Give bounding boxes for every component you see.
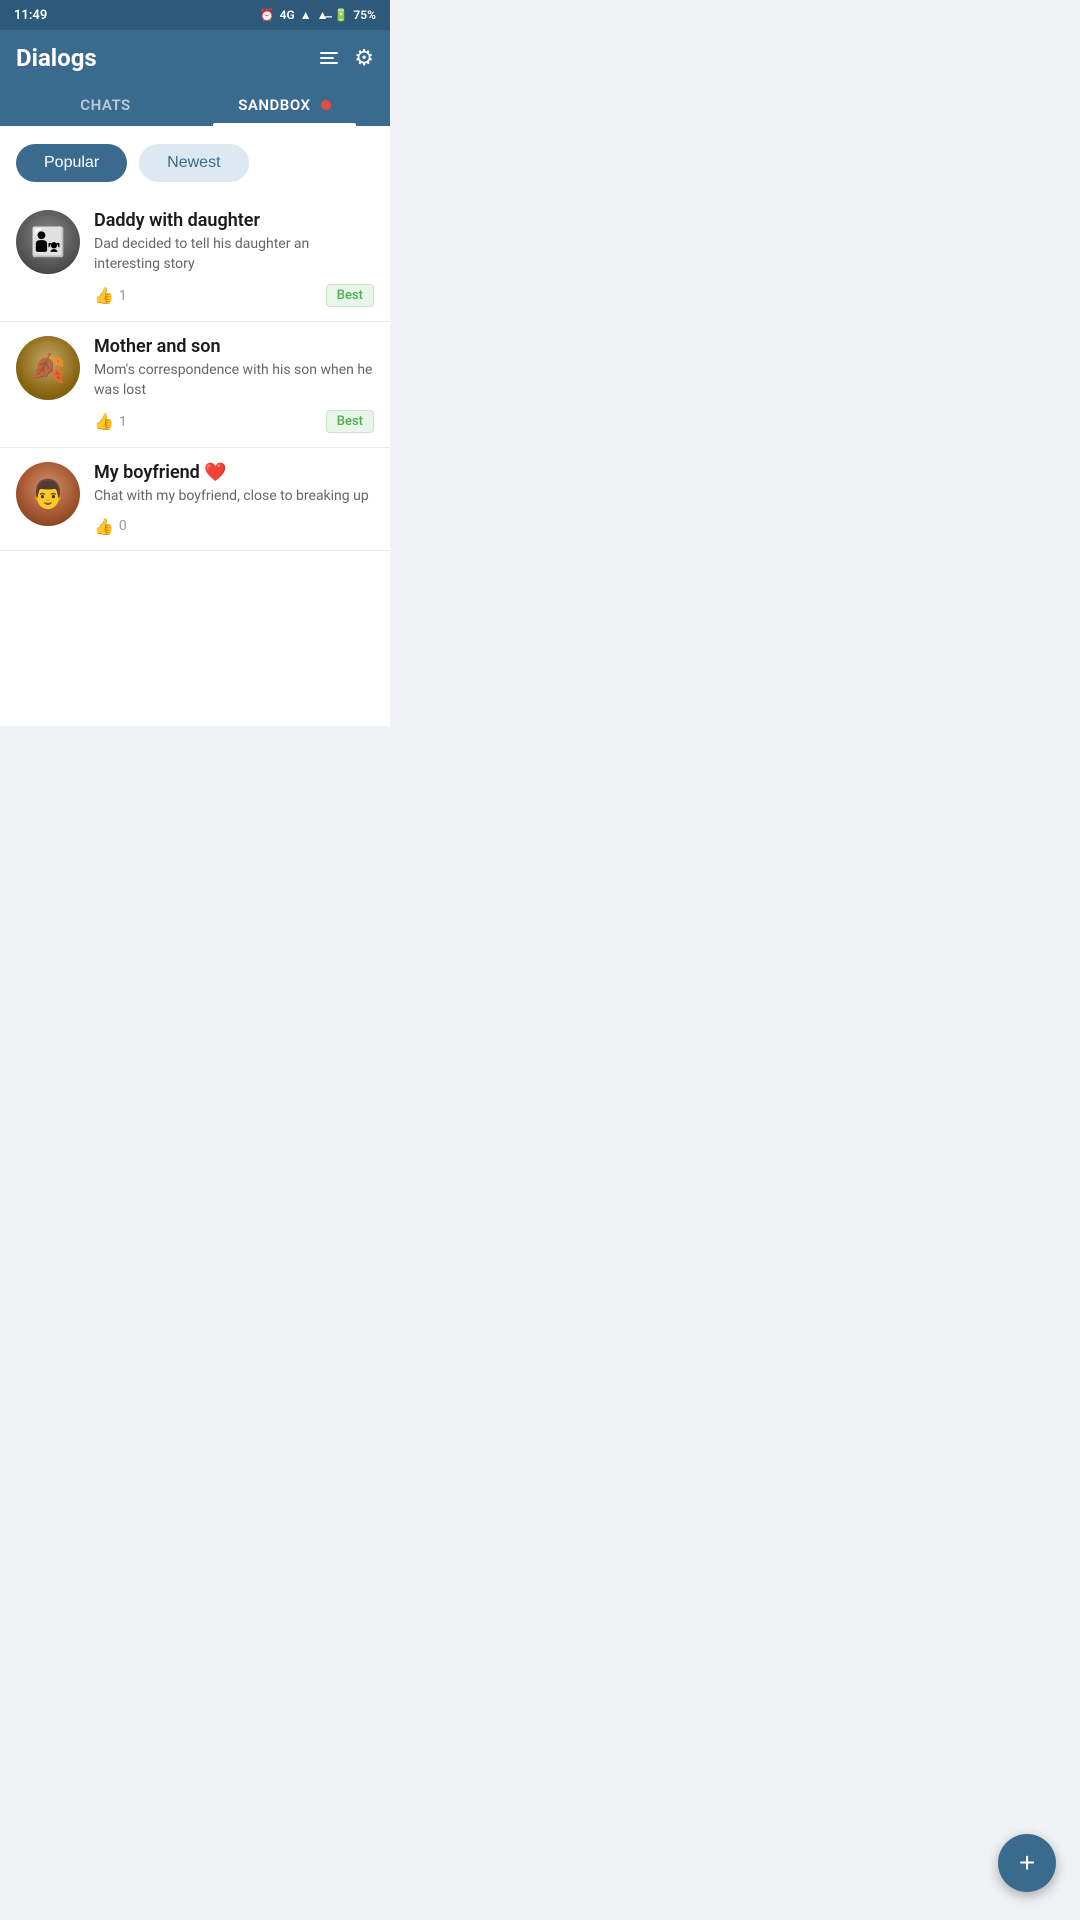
header-actions: ⚙	[320, 46, 374, 71]
likes-daddy-daughter: 👍 1	[94, 286, 127, 305]
chat-title-daddy-daughter: Daddy with daughter	[94, 210, 374, 231]
chat-item-daddy-daughter[interactable]: Daddy with daughter Dad decided to tell …	[0, 196, 390, 322]
chat-desc-boyfriend: Chat with my boyfriend, close to breakin…	[94, 487, 374, 507]
header-top: Dialogs ⚙	[16, 44, 374, 72]
likes-mother-son: 👍 1	[94, 412, 127, 431]
thumb-icon: 👍	[94, 517, 114, 536]
header: Dialogs ⚙ CHATS SANDBOX	[0, 30, 390, 126]
battery-label: 75%	[353, 8, 376, 22]
avatar-daddy-daughter	[16, 210, 80, 274]
best-badge-mother-son: Best	[326, 410, 374, 433]
content-area: Popular Newest Daddy with daughter Dad d…	[0, 126, 390, 726]
thumb-icon: 👍	[94, 412, 114, 431]
chat-body-daddy-daughter: Daddy with daughter Dad decided to tell …	[94, 210, 374, 307]
battery-icon: 🔋	[333, 8, 348, 22]
chat-desc-mother-son: Mom's correspondence with his son when h…	[94, 361, 374, 400]
filter-popular-button[interactable]: Popular	[16, 144, 127, 182]
sandbox-notification-dot	[321, 100, 331, 110]
chat-body-mother-son: Mother and son Mom's correspondence with…	[94, 336, 374, 433]
avatar-boyfriend	[16, 462, 80, 526]
settings-icon[interactable]: ⚙	[354, 46, 374, 71]
likes-boyfriend: 👍 0	[94, 517, 127, 536]
status-right: ⏰ 4G ▲ ▲̶ 🔋 75%	[260, 8, 376, 22]
chat-body-boyfriend: My boyfriend ❤️ Chat with my boyfriend, …	[94, 462, 374, 536]
chat-title-boyfriend: My boyfriend ❤️	[94, 462, 374, 483]
status-bar: 11:49 ⏰ 4G ▲ ▲̶ 🔋 75%	[0, 0, 390, 30]
signal-x-icon: ▲̶	[317, 8, 329, 22]
network-label: 4G	[280, 8, 295, 22]
like-count: 1	[119, 288, 127, 304]
thumb-icon: 👍	[94, 286, 114, 305]
add-list-icon[interactable]	[320, 52, 338, 64]
tab-sandbox[interactable]: SANDBOX	[195, 86, 374, 126]
chat-item-boyfriend[interactable]: My boyfriend ❤️ Chat with my boyfriend, …	[0, 448, 390, 551]
add-chat-fab[interactable]: +	[998, 1834, 1056, 1892]
chat-meta-daddy-daughter: 👍 1 Best	[94, 284, 374, 307]
filter-row: Popular Newest	[0, 126, 390, 196]
chat-item-mother-son[interactable]: Mother and son Mom's correspondence with…	[0, 322, 390, 448]
signal-icon: ▲	[300, 8, 312, 22]
like-count: 1	[119, 414, 127, 430]
alarm-icon: ⏰	[260, 8, 275, 22]
tab-chats[interactable]: CHATS	[16, 86, 195, 126]
chat-title-mother-son: Mother and son	[94, 336, 374, 357]
best-badge-daddy-daughter: Best	[326, 284, 374, 307]
filter-newest-button[interactable]: Newest	[139, 144, 248, 182]
chat-meta-mother-son: 👍 1 Best	[94, 410, 374, 433]
status-time: 11:49	[14, 8, 47, 23]
page-title: Dialogs	[16, 44, 97, 72]
like-count: 0	[119, 518, 127, 534]
tabs-bar: CHATS SANDBOX	[16, 86, 374, 126]
chat-meta-boyfriend: 👍 0	[94, 517, 374, 536]
chat-desc-daddy-daughter: Dad decided to tell his daughter an inte…	[94, 235, 374, 274]
avatar-mother-son	[16, 336, 80, 400]
heart-emoji: ❤️	[204, 462, 226, 483]
